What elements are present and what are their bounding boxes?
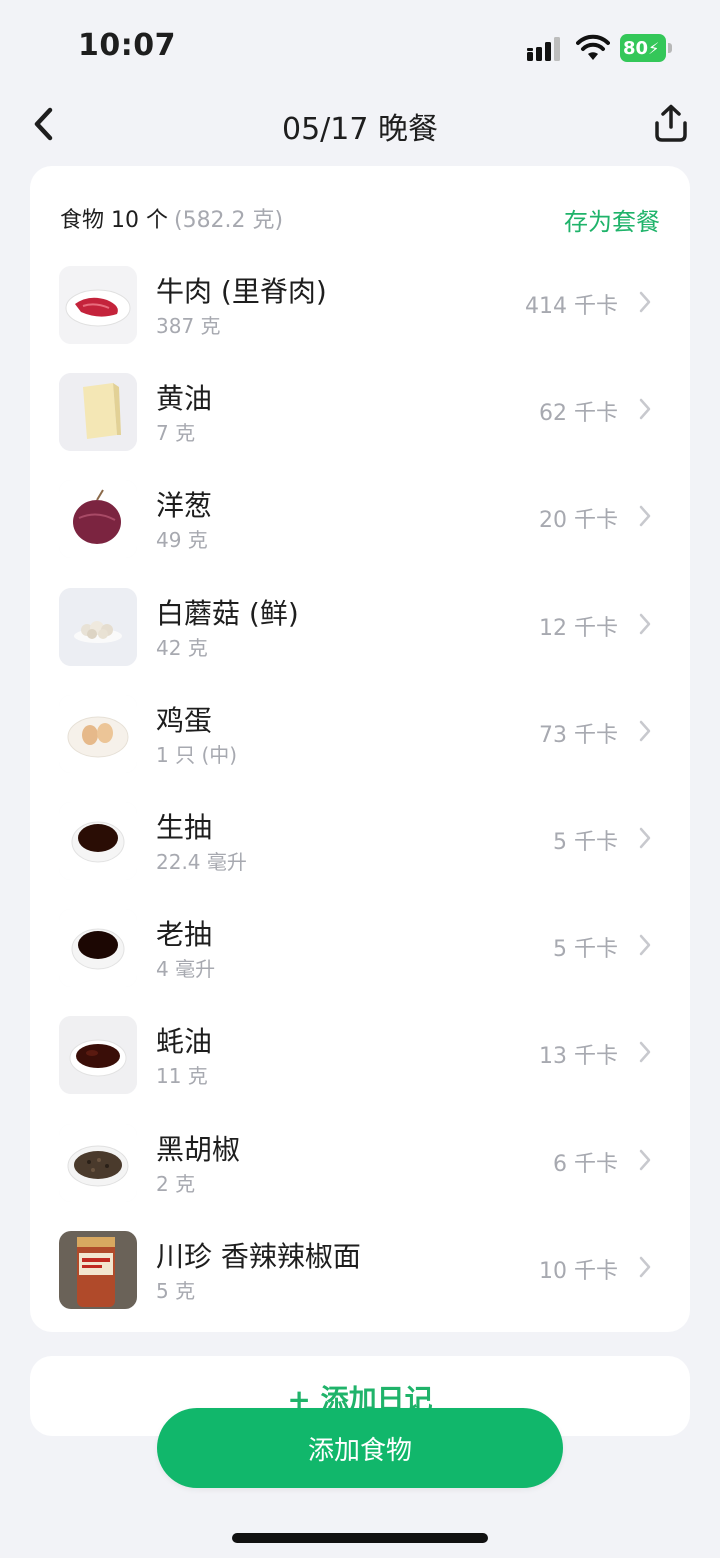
food-row-mushroom[interactable]: 白蘑菇 (鲜) 42 克 12 千卡 — [30, 572, 690, 679]
food-amount: 1 只 (中) — [156, 742, 238, 767]
food-row-black-pepper[interactable]: 黑胡椒 2 克 6 千卡 — [30, 1108, 690, 1215]
chevron-right-icon — [639, 1149, 651, 1170]
food-calories: 6 千卡 — [553, 1151, 618, 1177]
food-calories: 5 千卡 — [553, 937, 618, 963]
food-amount: 2 克 — [156, 1171, 196, 1196]
chevron-right-icon — [639, 398, 651, 420]
food-amount: 7 克 — [156, 421, 196, 446]
chili-powder-thumbnail — [59, 1230, 137, 1309]
mushroom-thumbnail — [59, 587, 137, 666]
chevron-right-icon — [639, 291, 651, 313]
food-count: 食物 10 个 — [60, 208, 168, 233]
food-name: 鸡蛋 — [156, 703, 213, 737]
food-amount: 4 毫升 — [156, 957, 216, 982]
food-row-beef[interactable]: 牛肉 (里脊肉) 387 克 414 千卡 — [30, 250, 690, 357]
light-soy-sauce-thumbnail — [59, 801, 137, 880]
share-button[interactable] — [648, 100, 694, 146]
black-pepper-thumbnail — [59, 1123, 137, 1202]
egg-thumbnail — [59, 694, 137, 773]
food-row-onion[interactable]: 洋葱 49 克 20 千卡 — [30, 464, 690, 571]
dark-soy-sauce-thumbnail — [59, 909, 137, 988]
food-row-dark-soy-sauce[interactable]: 老抽 4 毫升 5 千卡 — [30, 893, 690, 1000]
food-calories: 73 千卡 — [539, 722, 618, 748]
food-amount: 49 克 — [156, 528, 208, 553]
food-card-header: 食物 10 个 (582.2 克) 存为套餐 — [60, 200, 660, 237]
food-name: 洋葱 — [156, 489, 213, 523]
chevron-right-icon — [639, 827, 651, 849]
add-food-button[interactable]: 添加食物 — [157, 1408, 563, 1488]
food-amount: 42 克 — [156, 635, 208, 660]
food-calories: 62 千卡 — [539, 401, 618, 427]
food-calories: 5 千卡 — [553, 829, 618, 855]
status-time: 10:07 — [78, 28, 176, 63]
food-calories: 10 千卡 — [539, 1258, 618, 1284]
food-name: 生抽 — [156, 810, 213, 844]
cellular-signal-icon — [527, 37, 560, 61]
chevron-right-icon — [639, 934, 651, 956]
onion-thumbnail — [59, 480, 137, 559]
food-amount: 11 克 — [156, 1064, 208, 1089]
food-row-oyster-sauce[interactable]: 蚝油 11 克 13 千卡 — [30, 1000, 690, 1107]
food-name: 老抽 — [156, 918, 213, 952]
food-count-label: 食物 10 个 (582.2 克) — [60, 202, 283, 234]
food-calories: 13 千卡 — [539, 1044, 618, 1070]
battery-icon: 80 ⚡ — [620, 34, 672, 62]
beef-thumbnail — [59, 266, 137, 344]
battery-level: 80 — [623, 37, 649, 59]
food-amount: 22.4 毫升 — [156, 849, 247, 874]
chevron-right-icon — [639, 506, 651, 527]
food-row-light-soy-sauce[interactable]: 生抽 22.4 毫升 5 千卡 — [30, 786, 690, 893]
chevron-right-icon — [639, 1256, 651, 1277]
food-name: 川珍 香辣辣椒面 — [156, 1239, 361, 1273]
food-row-egg[interactable]: 鸡蛋 1 只 (中) 73 千卡 — [30, 679, 690, 786]
food-name: 蚝油 — [156, 1025, 213, 1059]
home-indicator — [232, 1533, 488, 1543]
save-as-combo-button[interactable]: 存为套餐 — [564, 202, 660, 237]
chevron-right-icon — [639, 720, 651, 741]
food-calories: 12 千卡 — [539, 615, 618, 641]
navigation-bar: 05/17 晚餐 — [0, 96, 720, 152]
food-name: 黄油 — [156, 382, 213, 416]
meal-detail-screen: 10:07 80 ⚡ 05/17 晚餐 食物 10 个 (582.2 克) 存为… — [0, 0, 720, 1558]
food-name: 牛肉 (里脊肉) — [156, 275, 327, 308]
food-name: 白蘑菇 (鲜) — [156, 596, 299, 630]
butter-thumbnail — [59, 373, 137, 452]
wifi-icon — [576, 34, 610, 60]
food-list: 牛肉 (里脊肉) 387 克 414 千卡 黄油 7 克 62 千卡 洋葱 49… — [30, 250, 690, 1322]
page-title: 05/17 晚餐 — [282, 112, 438, 147]
food-row-butter[interactable]: 黄油 7 克 62 千卡 — [30, 357, 690, 464]
chevron-right-icon — [639, 1042, 651, 1063]
food-amount: 387 克 — [156, 314, 221, 338]
food-calories: 20 千卡 — [539, 508, 618, 534]
food-name: 黑胡椒 — [156, 1132, 241, 1166]
food-calories: 414 千卡 — [525, 294, 618, 319]
total-weight: (582.2 克) — [173, 208, 284, 233]
share-icon — [655, 104, 687, 142]
chevron-right-icon — [639, 613, 651, 634]
food-list-card: 食物 10 个 (582.2 克) 存为套餐 牛肉 (里脊肉) 387 克 414… — [30, 166, 690, 1332]
status-bar: 10:07 80 ⚡ — [0, 0, 720, 96]
food-row-chili-powder[interactable]: 川珍 香辣辣椒面 5 克 10 千卡 — [30, 1215, 690, 1322]
oyster-sauce-thumbnail — [59, 1016, 137, 1095]
food-amount: 5 克 — [156, 1278, 196, 1303]
